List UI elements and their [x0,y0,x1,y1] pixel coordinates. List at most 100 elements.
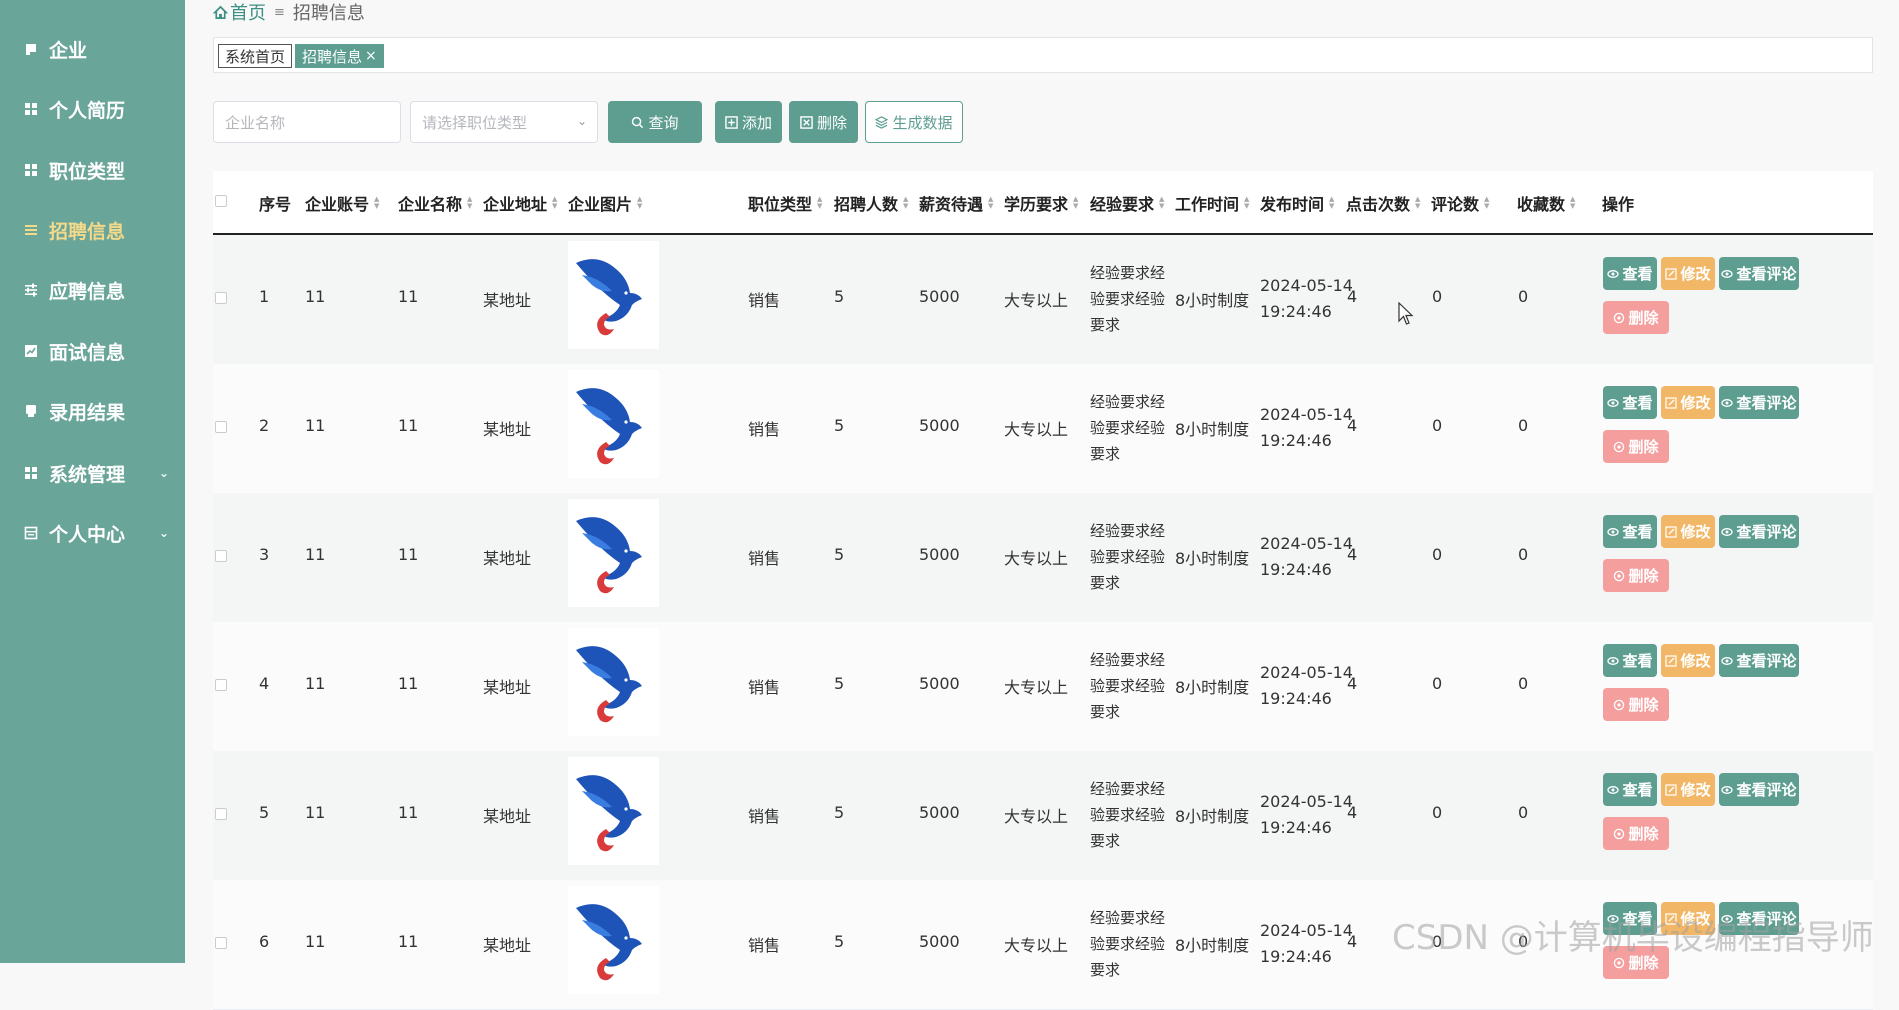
delete-button[interactable]: 删除 [1603,688,1669,721]
view-comments-button[interactable]: 查看评论 [1719,386,1799,419]
table-row: 5 11 11 某地址 销售 5 5000 大专以上 经验要求经验要求经验要求 … [213,751,1873,881]
sidebar-item-profile[interactable]: 个人中心 ⌄ [24,515,169,551]
job-type-select[interactable]: 请选择职位类型 ⌄ [410,101,598,143]
view-button[interactable]: 查看 [1603,386,1657,419]
view-button[interactable]: 查看 [1603,257,1657,290]
cell-hours: 8小时制度 [1175,420,1250,439]
cell-experience: 经验要求经验要求经验要求 [1090,780,1166,850]
cell-index: 1 [259,287,270,306]
col-salary[interactable]: 薪资待遇 ▲ ▼ [919,191,993,215]
sort-icon[interactable]: ▲ ▼ [1415,196,1420,210]
col-count[interactable]: 招聘人数 ▲ ▼ [834,191,908,215]
tab-home[interactable]: 系统首页 [218,44,293,68]
delete-button[interactable]: 删除 [1603,430,1669,463]
sort-icon[interactable]: ▲ ▼ [1244,196,1249,210]
cell-account: 11 [305,803,326,822]
view-button[interactable]: 查看 [1603,515,1657,548]
published-time: 19:24:46 [1260,560,1332,579]
cell-clicks: 4 [1347,416,1358,435]
table-row: 4 11 11 某地址 销售 5 5000 大专以上 经验要求经验要求经验要求 … [213,622,1873,752]
row-checkbox[interactable] [215,292,227,304]
row-checkbox[interactable] [215,937,227,949]
edit-button[interactable]: 修改 [1661,515,1715,548]
row-checkbox[interactable] [215,550,227,562]
sort-icon[interactable]: ▲ ▼ [903,196,908,210]
col-comments[interactable]: 评论数 ▲ ▼ [1431,191,1489,215]
sort-icon[interactable]: ▲ ▼ [374,196,379,210]
company-logo [568,241,659,349]
batch-delete-button[interactable]: 删除 [789,101,858,143]
sort-icon[interactable]: ▲ ▼ [1570,196,1575,210]
tab-recruitment[interactable]: 招聘信息 × [295,44,384,68]
view-comments-button[interactable]: 查看评论 [1719,515,1799,548]
cell-comments: 0 [1432,545,1443,564]
sidebar-item-label: 录用结果 [49,401,126,424]
sidebar-item-hiring-result[interactable]: 录用结果 [24,393,169,429]
row-checkbox[interactable] [215,679,227,691]
row-checkbox[interactable] [215,808,227,820]
cell-address: 某地址 [483,936,532,955]
sort-icon[interactable]: ▲ ▼ [552,196,557,210]
sidebar-item-system[interactable]: 系统管理 ⌄ [24,455,169,491]
cell-name: 11 [398,545,419,564]
sidebar-item-recruitment[interactable]: 招聘信息 [24,212,169,248]
sort-icon[interactable]: ▲ ▼ [637,196,642,210]
sidebar-item-resume[interactable]: 个人简历 [24,91,169,127]
cell-type: 销售 [748,549,781,568]
sidebar-item-interview[interactable]: 面试信息 [24,333,169,369]
col-clicks[interactable]: 点击次数 ▲ ▼ [1346,191,1420,215]
sort-icon[interactable]: ▲ ▼ [467,196,472,210]
edit-button[interactable]: 修改 [1661,773,1715,806]
col-favorites[interactable]: 收藏数 ▲ ▼ [1517,191,1575,215]
sort-icon[interactable]: ▲ ▼ [1484,196,1489,210]
sort-icon[interactable]: ▲ ▼ [988,196,993,210]
sort-icon[interactable]: ▲ ▼ [1329,196,1334,210]
edit-button[interactable]: 修改 [1661,644,1715,677]
delete-button[interactable]: 删除 [1603,301,1669,334]
col-education[interactable]: 学历要求 ▲ ▼ [1004,191,1078,215]
col-image[interactable]: 企业图片 ▲ ▼ [568,191,642,215]
col-name[interactable]: 企业名称 ▲ ▼ [398,191,472,215]
published-time: 19:24:46 [1260,818,1332,837]
cell-index: 2 [259,416,270,435]
cell-name: 11 [398,674,419,693]
view-button[interactable]: 查看 [1603,644,1657,677]
cell-account: 11 [305,545,326,564]
col-hours[interactable]: 工作时间 ▲ ▼ [1175,191,1249,215]
col-account[interactable]: 企业账号 ▲ ▼ [305,191,379,215]
cell-hours: 8小时制度 [1175,936,1250,955]
view-button[interactable]: 查看 [1603,773,1657,806]
sort-icon[interactable]: ▲ ▼ [1159,196,1164,210]
view-comments-button[interactable]: 查看评论 [1719,773,1799,806]
sidebar-item-company[interactable]: 企业 [24,31,169,67]
eye-icon [1607,398,1620,407]
sidebar-item-application[interactable]: 应聘信息 [24,272,169,308]
col-type[interactable]: 职位类型 ▲ ▼ [748,191,822,215]
close-icon[interactable]: × [365,48,377,64]
sort-icon[interactable]: ▲ ▼ [817,196,822,210]
delete-button[interactable]: 删除 [1603,559,1669,592]
col-address[interactable]: 企业地址 ▲ ▼ [483,191,557,215]
edit-button[interactable]: 修改 [1661,257,1715,290]
col-published[interactable]: 发布时间 ▲ ▼ [1260,191,1334,215]
sliders-icon [24,283,38,297]
company-logo [568,628,659,736]
select-all-checkbox[interactable] [215,195,227,207]
edit-button[interactable]: 修改 [1661,386,1715,419]
close-circle-icon [1614,312,1625,323]
view-comments-button[interactable]: 查看评论 [1719,644,1799,677]
sort-icon[interactable]: ▲ ▼ [1073,196,1078,210]
delete-button[interactable]: 删除 [1603,817,1669,850]
add-button[interactable]: 添加 [715,101,782,143]
sidebar-item-job-type[interactable]: 职位类型 [24,152,169,188]
published-date: 2024-05-14 [1260,663,1353,682]
row-checkbox[interactable] [215,421,227,433]
breadcrumb-home[interactable]: 首页 [213,0,266,25]
cell-count: 5 [834,932,845,951]
company-name-input[interactable]: 企业名称 [213,101,401,143]
generate-data-button[interactable]: 生成数据 [865,101,963,143]
col-index: 序号 [259,195,292,214]
search-button[interactable]: 查询 [608,101,702,143]
view-comments-button[interactable]: 查看评论 [1719,257,1799,290]
col-experience[interactable]: 经验要求 ▲ ▼ [1090,191,1164,215]
